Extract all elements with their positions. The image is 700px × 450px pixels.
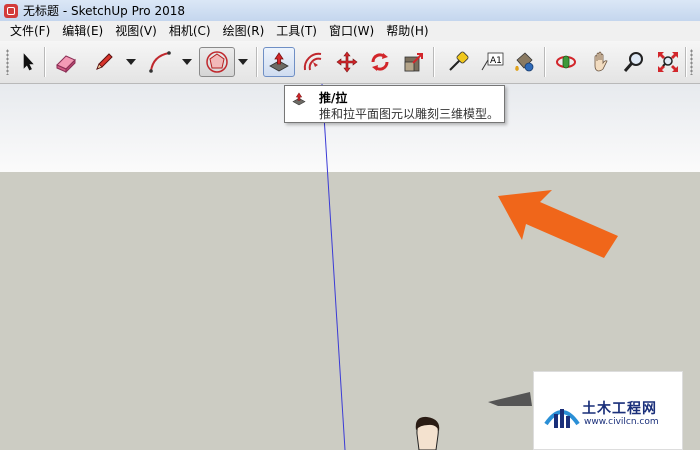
menu-camera[interactable]: 相机(C) xyxy=(163,21,217,41)
zoom-tool-button[interactable] xyxy=(620,47,648,77)
menu-tools[interactable]: 工具(T) xyxy=(270,21,323,41)
tooltip-title: 推/拉 xyxy=(319,91,348,105)
site-watermark: 土木工程网 www.civilcn.com xyxy=(533,371,683,450)
toolbar-separator xyxy=(44,47,46,77)
zoom-icon xyxy=(623,52,643,72)
text-tool-button[interactable]: A1 xyxy=(478,47,506,77)
arc-dropdown-arrow[interactable] xyxy=(182,59,192,65)
toolbar-separator xyxy=(685,47,687,77)
push-pull-tooltip: 推/拉 推和拉平面图元以雕刻三维模型。 xyxy=(284,85,505,123)
menu-draw[interactable]: 绘图(R) xyxy=(217,21,271,41)
scale-icon xyxy=(404,53,423,72)
tape-measure-tool-button[interactable] xyxy=(444,47,472,77)
toolbar-grip[interactable] xyxy=(6,49,9,75)
toolbar-separator xyxy=(256,47,258,77)
offset-icon xyxy=(303,52,322,71)
menu-edit[interactable]: 编辑(E) xyxy=(56,21,109,41)
menu-view[interactable]: 视图(V) xyxy=(109,21,163,41)
move-icon xyxy=(336,51,358,73)
push-pull-icon xyxy=(269,52,289,72)
svg-text:A1: A1 xyxy=(490,56,502,66)
text-icon: A1 xyxy=(481,52,504,71)
main-toolbar: A1 xyxy=(0,41,700,84)
menu-bar: 文件(F) 编辑(E) 视图(V) 相机(C) 绘图(R) 工具(T) 窗口(W… xyxy=(0,21,700,41)
tooltip-description: 推和拉平面图元以雕刻三维模型。 xyxy=(319,107,500,121)
paint-bucket-tool-button[interactable] xyxy=(510,47,538,77)
orbit-tool-button[interactable] xyxy=(552,47,580,77)
scene-object xyxy=(488,392,532,406)
scale-figure xyxy=(415,416,440,450)
menu-file[interactable]: 文件(F) xyxy=(4,21,56,41)
zoom-extents-tool-button[interactable] xyxy=(654,47,682,77)
move-tool-button[interactable] xyxy=(333,47,361,77)
eraser-icon xyxy=(56,55,76,73)
menu-window[interactable]: 窗口(W) xyxy=(323,21,380,41)
zoom-extents-icon xyxy=(658,52,678,72)
offset-tool-button[interactable] xyxy=(299,47,327,77)
toolbar-separator xyxy=(433,47,435,77)
pencil-tool-button[interactable] xyxy=(90,47,118,77)
push-pull-icon xyxy=(292,92,306,106)
arc-icon xyxy=(149,51,171,73)
tape-measure-icon xyxy=(449,51,469,71)
watermark-logo-icon xyxy=(544,409,580,428)
rotate-tool-button[interactable] xyxy=(366,47,394,77)
select-icon xyxy=(23,53,34,71)
orbit-icon xyxy=(556,55,576,69)
pencil-dropdown-arrow[interactable] xyxy=(126,59,136,65)
select-tool-button[interactable] xyxy=(14,47,42,77)
pencil-icon xyxy=(96,53,113,70)
annotation-arrow xyxy=(498,190,618,258)
pan-icon xyxy=(594,51,608,72)
paint-bucket-icon xyxy=(515,52,534,72)
polygon-icon xyxy=(206,51,228,73)
polygon-tool-button[interactable] xyxy=(199,47,235,77)
pan-tool-button[interactable] xyxy=(587,47,615,77)
arc-tool-button[interactable] xyxy=(146,47,174,77)
eraser-tool-button[interactable] xyxy=(52,47,80,77)
toolbar-grip[interactable] xyxy=(690,49,693,75)
sketchup-app-icon xyxy=(4,3,18,18)
window-title: 无标题 - SketchUp Pro 2018 xyxy=(23,4,185,18)
blue-axis-line xyxy=(321,84,346,450)
polygon-dropdown-arrow[interactable] xyxy=(238,59,248,65)
title-bar: 无标题 - SketchUp Pro 2018 xyxy=(0,0,700,21)
watermark-title: 土木工程网 xyxy=(582,401,657,417)
rotate-icon xyxy=(371,53,389,71)
scale-tool-button[interactable] xyxy=(400,47,428,77)
toolbar-separator xyxy=(544,47,546,77)
watermark-url: www.civilcn.com xyxy=(584,417,659,427)
push-pull-tool-button[interactable] xyxy=(263,47,295,77)
menu-help[interactable]: 帮助(H) xyxy=(380,21,434,41)
